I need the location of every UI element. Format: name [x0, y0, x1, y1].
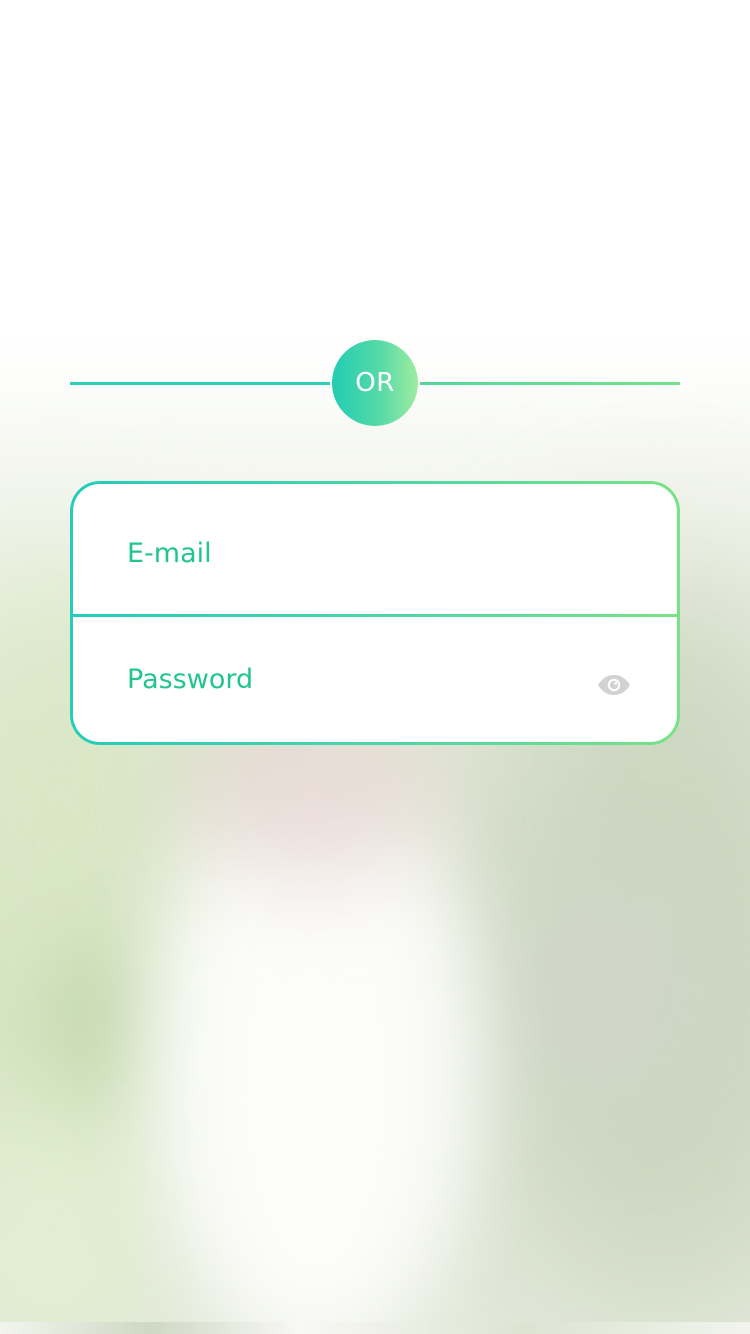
login-form-card: E-mail Password: [73, 484, 677, 742]
email-field[interactable]: [127, 484, 587, 614]
or-divider-line-right: [420, 382, 680, 385]
login-form: E-mail Password: [70, 481, 680, 745]
or-divider-line-left: [70, 382, 330, 385]
email-field-row: E-mail: [73, 484, 677, 614]
password-field-row: Password: [73, 617, 677, 742]
password-field[interactable]: [127, 617, 587, 742]
or-badge: OR: [332, 340, 418, 426]
or-divider: OR: [70, 340, 680, 426]
eye-icon[interactable]: [597, 674, 631, 696]
or-label: OR: [355, 368, 395, 398]
